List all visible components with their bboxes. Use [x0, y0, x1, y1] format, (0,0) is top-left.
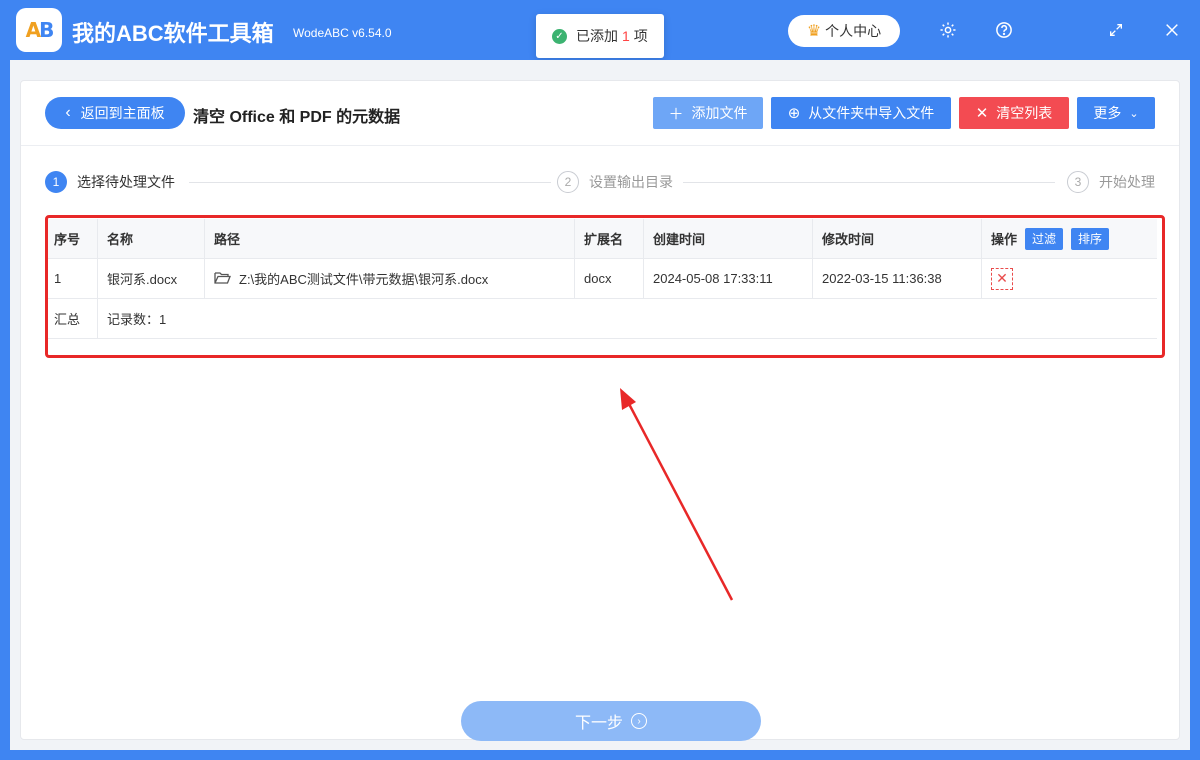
next-step-button[interactable]: 下一步 › [461, 701, 761, 741]
x-icon: ✕ [975, 105, 989, 122]
settings-gear-icon[interactable] [936, 18, 960, 42]
header-divider [21, 145, 1179, 146]
import-folder-button[interactable]: ⊕ 从文件夹中导入文件 [771, 97, 951, 129]
clear-list-label: 清空列表 [996, 105, 1053, 121]
app-logo: AB [16, 8, 62, 52]
toast-suffix: 项 [633, 28, 648, 44]
added-toast: ✓ 已添加 1 项 [536, 14, 664, 58]
app-logo-letters: AB [25, 18, 55, 42]
maximize-icon[interactable] [1104, 18, 1128, 42]
back-label: 返回到主面板 [80, 105, 165, 121]
add-file-button[interactable]: ＋ 添加文件 [653, 97, 763, 129]
step-connector [189, 182, 551, 183]
highlight-frame [45, 215, 1165, 358]
main-panel: ‹ 返回到主面板 清空 Office 和 PDF 的元数据 ＋ 添加文件 ⊕ 从… [20, 80, 1180, 741]
plus-icon: ＋ [668, 105, 684, 123]
step-label: 选择待处理文件 [77, 174, 175, 190]
import-folder-label: 从文件夹中导入文件 [808, 105, 935, 121]
more-label: 更多 [1093, 105, 1122, 121]
step-output-dir: 2 设置输出目录 [557, 171, 673, 193]
step-number: 3 [1067, 171, 1089, 193]
step-connector [683, 182, 1055, 183]
chevron-down-icon: ⌄ [1129, 107, 1139, 120]
app-title: 我的ABC软件工具箱 [72, 21, 274, 46]
user-center-label: 个人中心 [825, 23, 882, 39]
chevron-left-icon: ‹ [65, 104, 71, 121]
crown-icon: ♛ [806, 23, 822, 40]
step-label: 设置输出目录 [589, 174, 673, 190]
more-button[interactable]: 更多 ⌄ [1077, 97, 1155, 129]
next-label: 下一步 [574, 715, 623, 732]
add-file-label: 添加文件 [691, 105, 748, 121]
arrow-right-circle-icon: › [631, 713, 647, 729]
app-version: WodeABC v6.54.0 [293, 26, 392, 40]
step-start-processing: 3 开始处理 [1067, 171, 1155, 193]
clear-list-button[interactable]: ✕ 清空列表 [959, 97, 1069, 129]
back-to-main-button[interactable]: ‹ 返回到主面板 [45, 97, 185, 129]
toast-prefix: 已添加 [576, 28, 618, 44]
help-icon[interactable] [992, 18, 1016, 42]
plus-circle-icon: ⊕ [787, 105, 801, 122]
page-title: 清空 Office 和 PDF 的元数据 [193, 109, 401, 126]
user-center-button[interactable]: ♛ 个人中心 [788, 15, 900, 47]
title-bar: AB 我的ABC软件工具箱 WodeABC v6.54.0 ✓ 已添加 1 项 … [0, 0, 1200, 60]
content-area: ‹ 返回到主面板 清空 Office 和 PDF 的元数据 ＋ 添加文件 ⊕ 从… [10, 60, 1190, 750]
step-label: 开始处理 [1099, 174, 1155, 190]
toast-count: 1 [622, 28, 630, 44]
check-circle-icon: ✓ [552, 28, 567, 44]
step-number: 2 [557, 171, 579, 193]
step-select-files: 1 选择待处理文件 [45, 171, 175, 193]
step-number: 1 [45, 171, 67, 193]
close-icon[interactable] [1160, 18, 1184, 42]
